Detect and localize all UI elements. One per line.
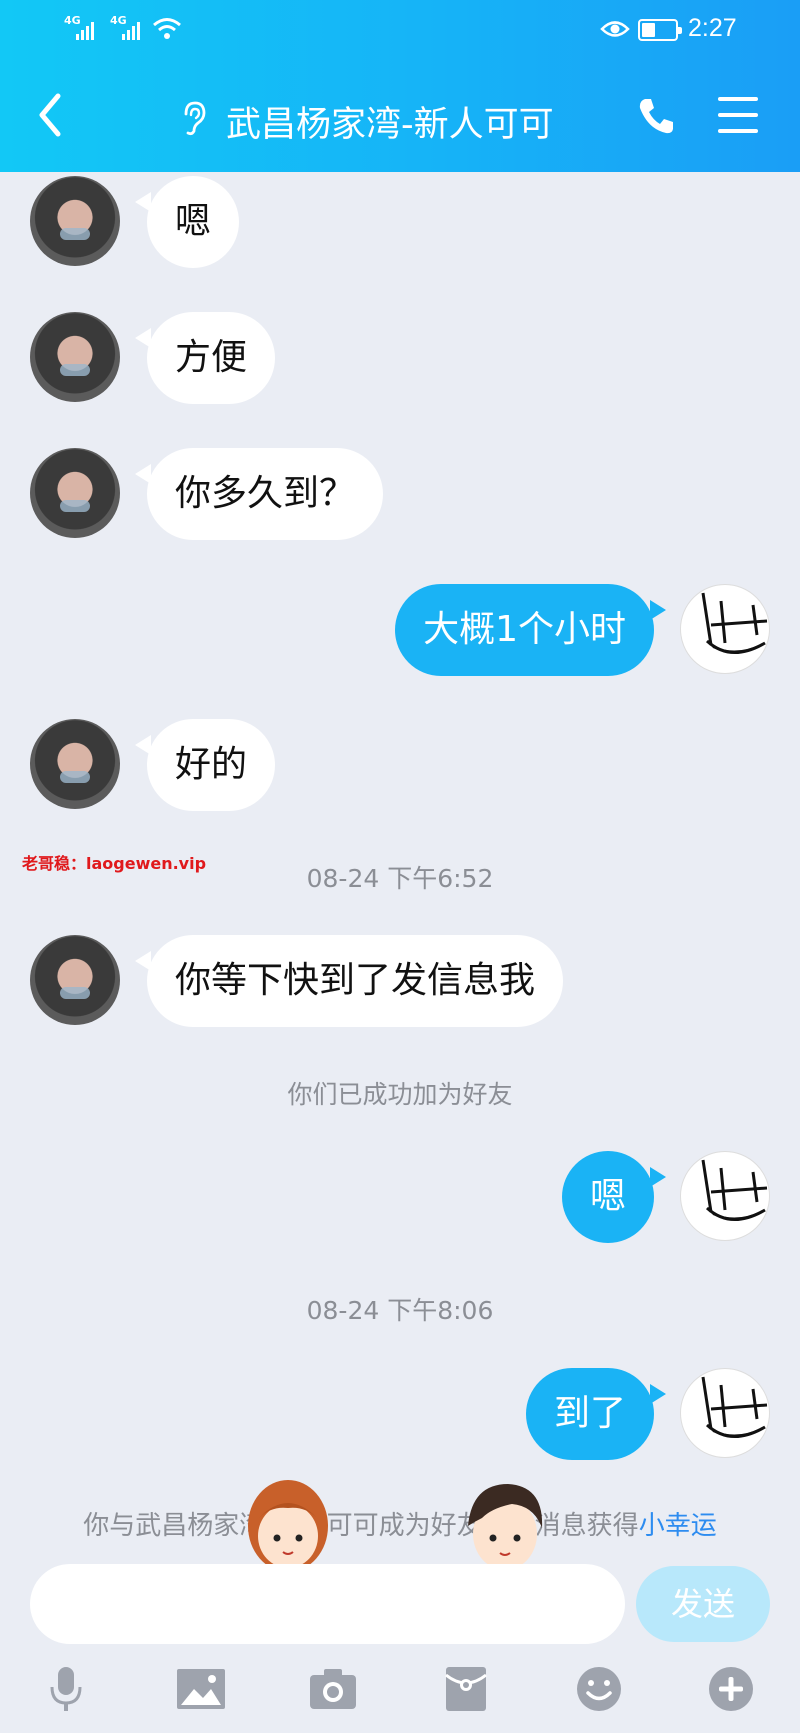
chat-title: 武昌杨家湾-新人可可 xyxy=(226,105,554,145)
signal-icon: 4G xyxy=(64,14,108,42)
cartoon-face-icon xyxy=(701,1376,768,1438)
contact-avatar[interactable] xyxy=(30,176,120,266)
contact-avatar[interactable] xyxy=(30,312,120,402)
contact-avatar[interactable] xyxy=(30,719,120,809)
phone-call-icon[interactable] xyxy=(636,96,676,136)
red-packet-icon[interactable] xyxy=(444,1665,488,1713)
message-bubble-incoming[interactable]: 嗯 xyxy=(134,176,240,268)
message-bubble-outgoing[interactable]: 到了 xyxy=(525,1368,667,1460)
signal-icon: 4G xyxy=(110,14,154,42)
back-icon[interactable] xyxy=(30,90,70,140)
status-time: 2:27 xyxy=(688,14,737,42)
status-bar: 4G 4G 2:27 xyxy=(0,0,800,62)
message-bubble-incoming[interactable]: 方便 xyxy=(134,312,276,404)
lucky-link[interactable]: 小幸运 xyxy=(639,1511,717,1541)
battery-level xyxy=(642,23,655,37)
message-bubble-incoming[interactable]: 你等下快到了发信息我 xyxy=(134,935,564,1027)
emoji-icon[interactable] xyxy=(576,1665,622,1713)
timestamp: 08-24 下午8:06 xyxy=(306,1296,494,1325)
menu-icon[interactable] xyxy=(718,97,758,133)
my-avatar[interactable] xyxy=(680,584,770,674)
camera-icon[interactable] xyxy=(308,1665,358,1713)
friend-notice: 你与武昌杨家湾-新人可可成为好友，发消息获得小幸运 xyxy=(0,1505,800,1542)
eye-icon xyxy=(600,21,630,37)
cartoon-face-icon xyxy=(701,592,768,654)
plus-icon[interactable] xyxy=(708,1665,754,1713)
girl-character-icon xyxy=(248,1480,328,1572)
send-button[interactable]: 发送 xyxy=(636,1566,770,1642)
message-bubble-incoming[interactable]: 你多久到？ xyxy=(134,448,384,540)
cartoon-face-icon xyxy=(701,1159,768,1221)
contact-avatar[interactable] xyxy=(30,935,120,1025)
system-notice: 你们已成功加为好友 xyxy=(287,1080,513,1109)
wifi-icon xyxy=(153,18,181,39)
contact-avatar[interactable] xyxy=(30,448,120,538)
message-bubble-outgoing[interactable]: 嗯 xyxy=(561,1151,667,1243)
message-bubble-outgoing[interactable]: 大概1个小时 xyxy=(395,584,666,676)
message-input[interactable] xyxy=(30,1564,625,1644)
battery-icon xyxy=(638,19,682,41)
boy-character-icon xyxy=(468,1484,543,1570)
image-icon[interactable] xyxy=(176,1665,226,1713)
my-avatar[interactable] xyxy=(680,1151,770,1241)
timestamp: 08-24 下午6:52 xyxy=(306,864,494,893)
my-avatar[interactable] xyxy=(680,1368,770,1458)
friend-notice-text: 你与武昌杨家湾-新人可可成为好友，发消息获得 xyxy=(83,1511,639,1541)
ear-icon[interactable] xyxy=(180,100,208,136)
microphone-icon[interactable] xyxy=(44,1665,88,1713)
chat-header: 4G 4G 2:27 武昌杨家湾-新人可可 xyxy=(0,0,800,172)
message-bubble-incoming[interactable]: 好的 xyxy=(134,719,276,811)
